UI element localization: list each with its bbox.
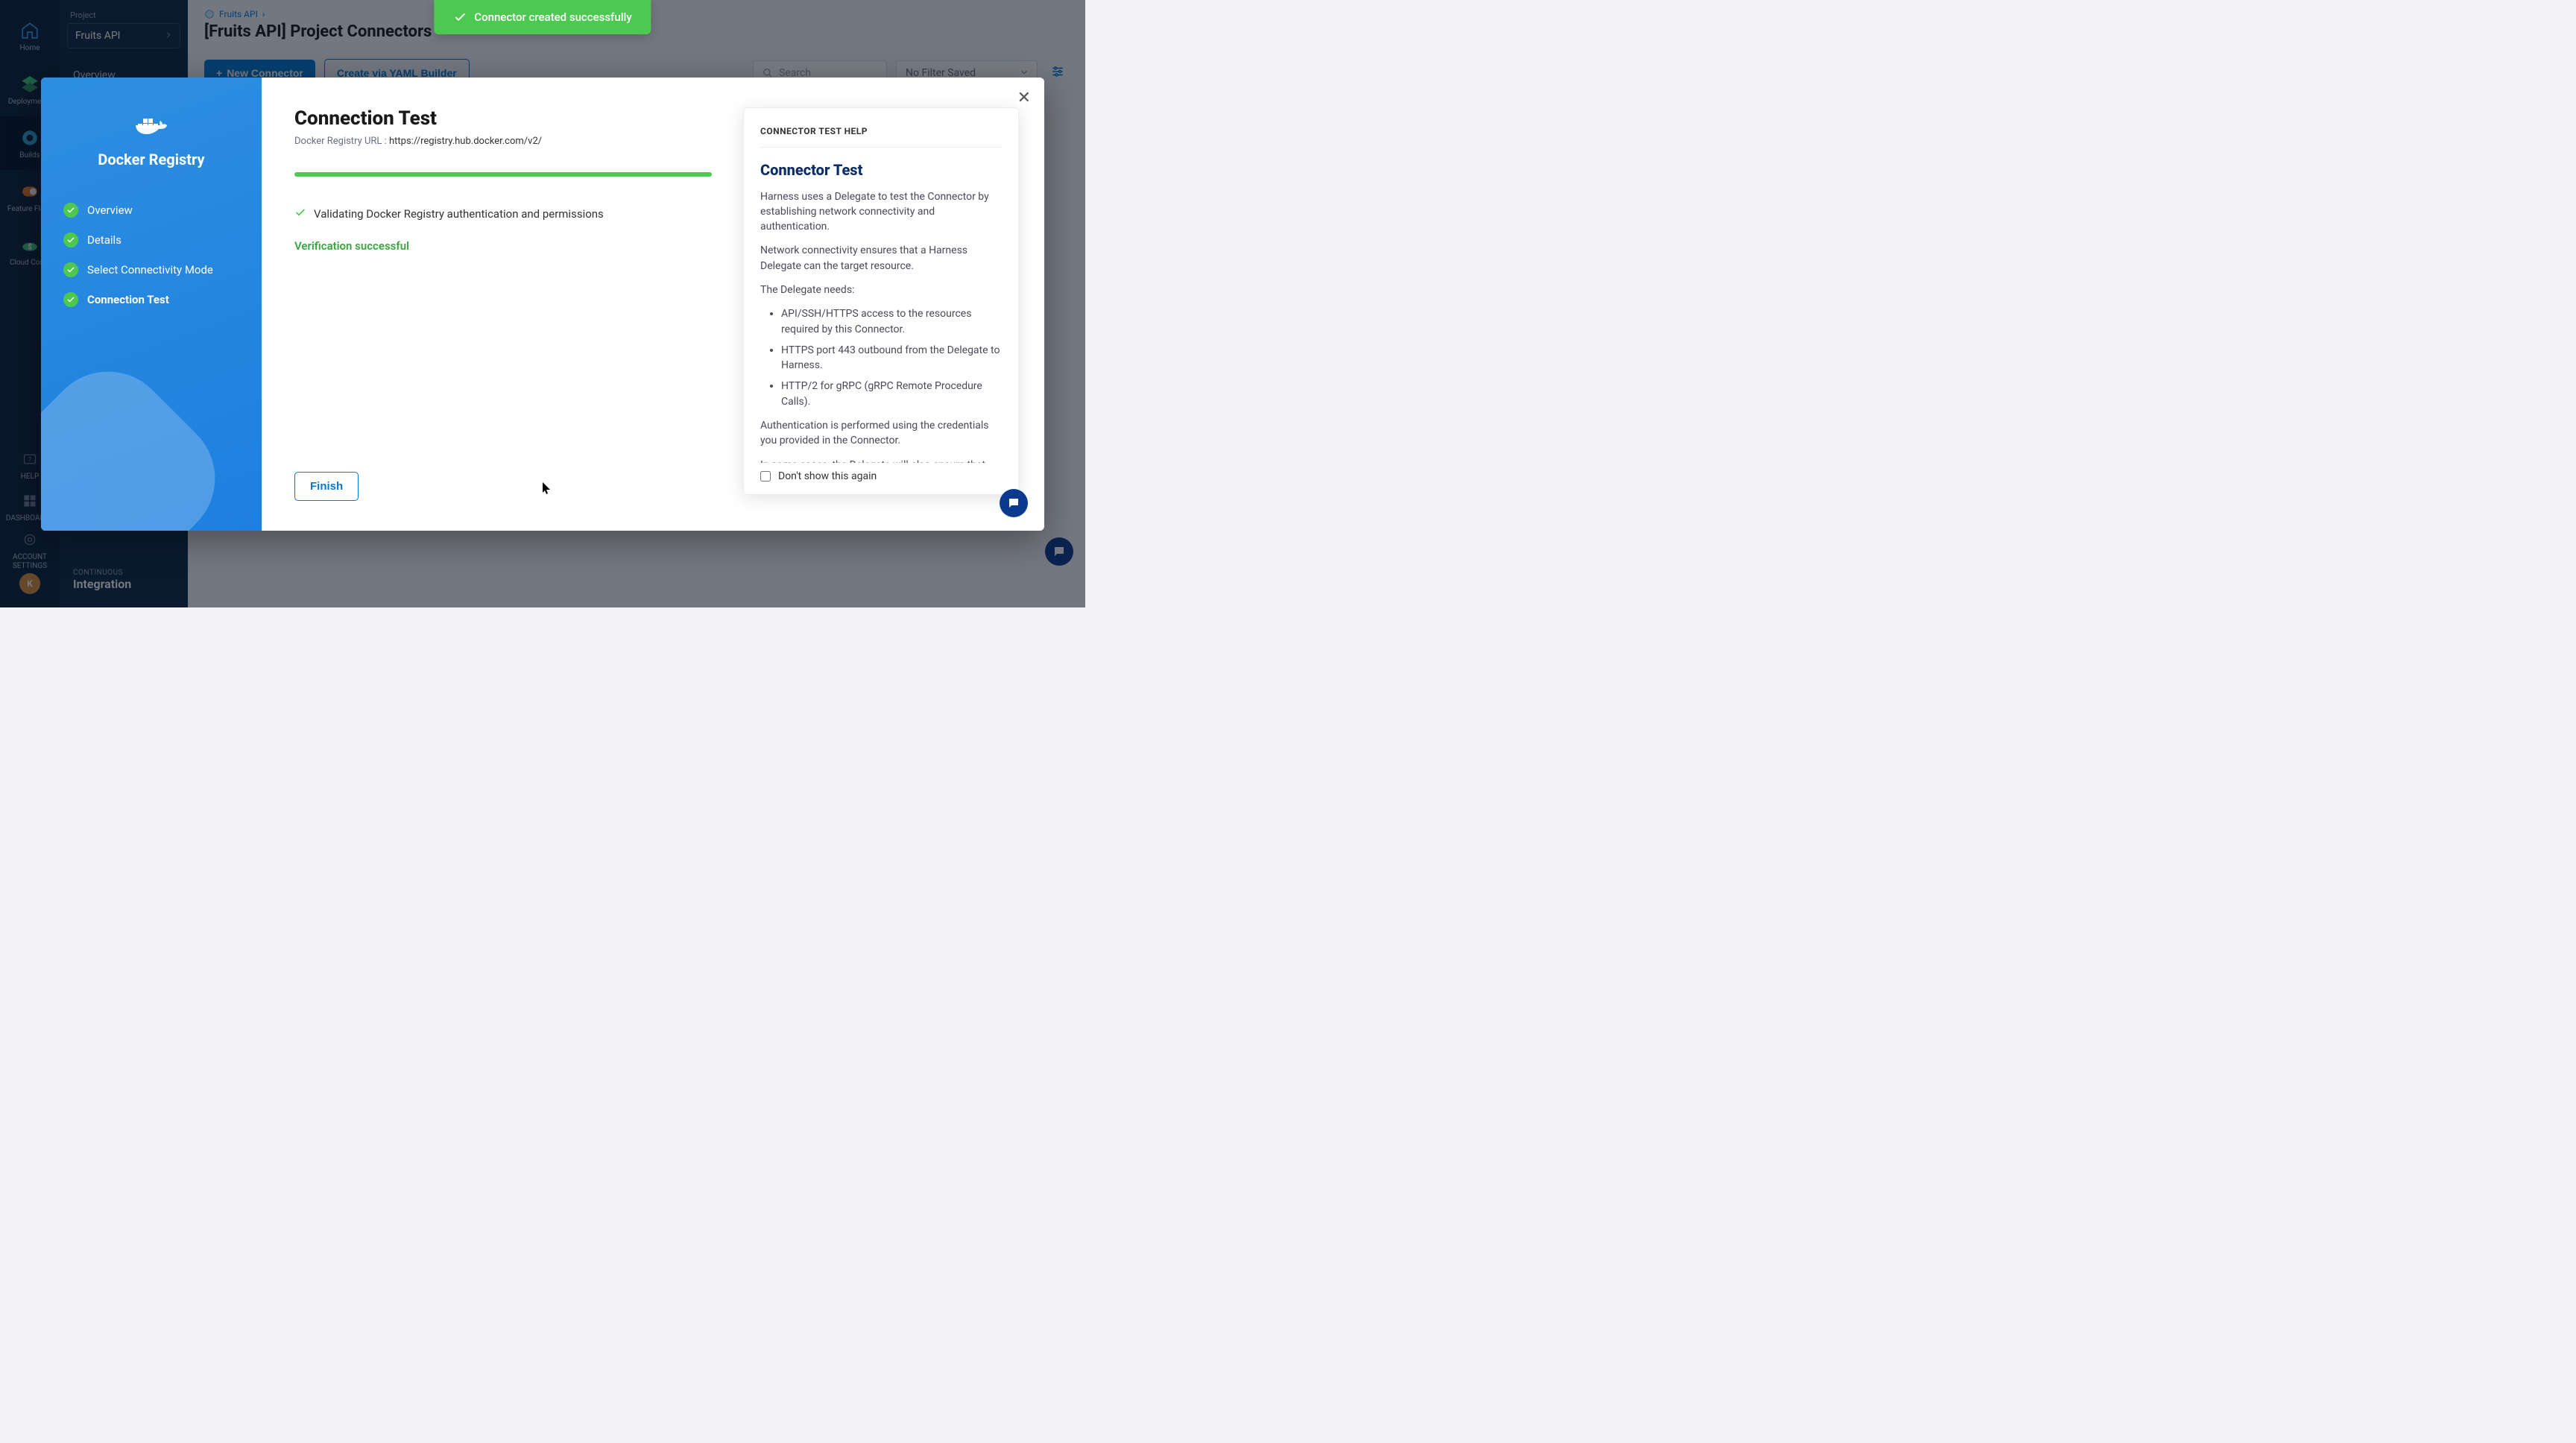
check-icon	[453, 10, 467, 24]
connector-modal: Docker Registry Overview Details Select …	[41, 78, 1044, 531]
help-panel: CONNECTOR TEST HELP Connector Test Harne…	[743, 107, 1019, 495]
check-icon	[294, 206, 306, 221]
connector-type-title: Docker Registry	[59, 151, 244, 168]
step-label: Details	[87, 233, 121, 247]
url-value: https://registry.hub.docker.com/v2/	[389, 136, 542, 147]
step-details: Details	[59, 225, 244, 255]
dont-show-label: Don't show this again	[778, 470, 877, 482]
progress-fill	[294, 172, 712, 177]
docker-icon	[59, 113, 244, 142]
step-label: Connection Test	[87, 293, 169, 306]
help-title: Connector Test	[760, 161, 1002, 179]
dont-show-again[interactable]: Don't show this again	[760, 463, 1002, 482]
step-connectivity: Select Connectivity Mode	[59, 255, 244, 285]
step-overview: Overview	[59, 195, 244, 225]
toast-message: Connector created successfully	[474, 10, 631, 24]
dont-show-checkbox[interactable]	[760, 471, 771, 481]
step-label: Select Connectivity Mode	[87, 263, 213, 277]
help-paragraph: In some cases, the Delegate will also en…	[760, 458, 1002, 463]
step-connection-test: Connection Test	[59, 285, 244, 315]
check-icon	[63, 262, 78, 277]
help-paragraph: The Delegate needs:	[760, 282, 1002, 297]
progress-bar	[294, 172, 712, 177]
modal-overlay[interactable]: Docker Registry Overview Details Select …	[0, 0, 1085, 607]
help-list-item: HTTPS port 443 outbound from the Delegat…	[781, 343, 1002, 373]
chat-fab-modal[interactable]	[1000, 489, 1028, 517]
validate-text: Validating Docker Registry authenticatio…	[314, 207, 604, 221]
check-icon	[63, 233, 78, 247]
help-body: Harness uses a Delegate to test the Conn…	[760, 189, 1002, 463]
help-list-item: HTTP/2 for gRPC (gRPC Remote Procedure C…	[781, 379, 1002, 409]
help-paragraph: Network connectivity ensures that a Harn…	[760, 243, 1002, 274]
step-label: Overview	[87, 203, 133, 217]
modal-stepper-panel: Docker Registry Overview Details Select …	[41, 78, 262, 531]
close-button[interactable]: ✕	[1017, 89, 1031, 106]
bg-decoration	[41, 322, 262, 531]
help-list-item: API/SSH/HTTPS access to the resources re…	[781, 306, 1002, 337]
url-label: Docker Registry URL :	[294, 136, 389, 147]
help-eyebrow: CONNECTOR TEST HELP	[760, 126, 1002, 148]
success-toast: Connector created successfully	[434, 0, 651, 34]
help-paragraph: Authentication is performed using the cr…	[760, 418, 1002, 449]
modal-content: ✕ Connection Test Docker Registry URL : …	[262, 78, 1044, 531]
check-icon	[63, 292, 78, 307]
chat-icon	[1007, 496, 1020, 510]
help-paragraph: Harness uses a Delegate to test the Conn…	[760, 189, 1002, 235]
check-icon	[63, 203, 78, 218]
finish-button[interactable]: Finish	[294, 472, 359, 501]
